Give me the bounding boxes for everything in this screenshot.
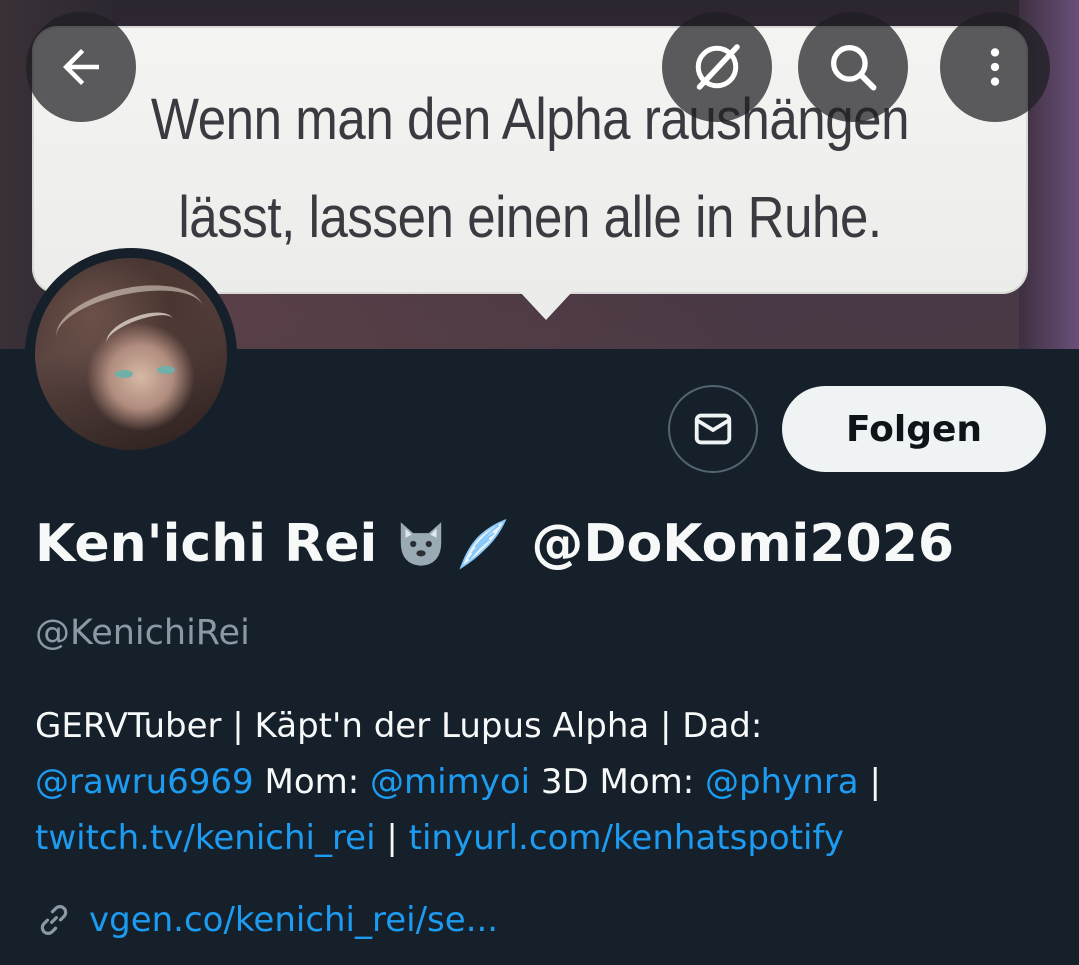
website-link[interactable]: vgen.co/kenichi_rei/se... [89,900,498,940]
grok-button[interactable] [662,12,772,122]
avatar[interactable] [25,248,237,460]
back-button[interactable] [26,12,136,122]
profile-website: vgen.co/kenichi_rei/se... [35,895,498,945]
speech-bubble-tail [520,292,572,320]
bio-line-1: GERVTuber | Käpt'n der Lupus Alpha | Dad… [35,706,763,746]
bio-line-2: @rawru6969 Mom: @mimyoi 3D Mom: @phynra … [35,754,1055,810]
bio-separator: | [375,818,409,858]
link-icon [40,905,68,935]
search-icon [831,45,877,91]
bio-text: 3D Mom: [530,762,706,802]
mention-link-mimyoi[interactable]: @mimyoi [370,762,530,802]
message-button[interactable] [668,385,758,473]
follow-button[interactable]: Folgen [782,386,1046,472]
twitch-link[interactable]: twitch.tv/kenichi_rei [35,818,376,858]
more-button[interactable] [940,12,1050,122]
search-button[interactable] [798,12,908,122]
spotify-link[interactable]: tinyurl.com/kenhatspotify [409,818,844,858]
bio-line-3: twitch.tv/kenichi_rei | tinyurl.com/kenh… [35,810,1055,866]
bio-text: Mom: [253,762,371,802]
envelope-icon [694,413,732,445]
display-name-event-tag: @DoKomi2026 [531,514,955,574]
avatar-image [35,258,227,450]
bio-text: | [858,762,881,802]
arrow-left-icon [63,49,99,85]
wolf-emoji-icon [393,516,449,572]
mention-link-rawru6969[interactable]: @rawru6969 [35,762,254,802]
more-vertical-icon [990,48,1000,86]
banner-text-line-2: lässt, lassen einen alle in Ruhe. [178,185,882,250]
display-name-text: Ken'ichi Rei [35,514,378,574]
grok-icon [695,44,740,90]
wing-emoji-icon [453,516,513,572]
display-name: Ken'ichi Rei @DoKomi2026 [35,508,954,580]
user-handle: @KenichiRei [35,613,250,653]
mention-link-phynra[interactable]: @phynra [705,762,859,802]
profile-bio: GERVTuber | Käpt'n der Lupus Alpha | Dad… [35,698,1055,866]
